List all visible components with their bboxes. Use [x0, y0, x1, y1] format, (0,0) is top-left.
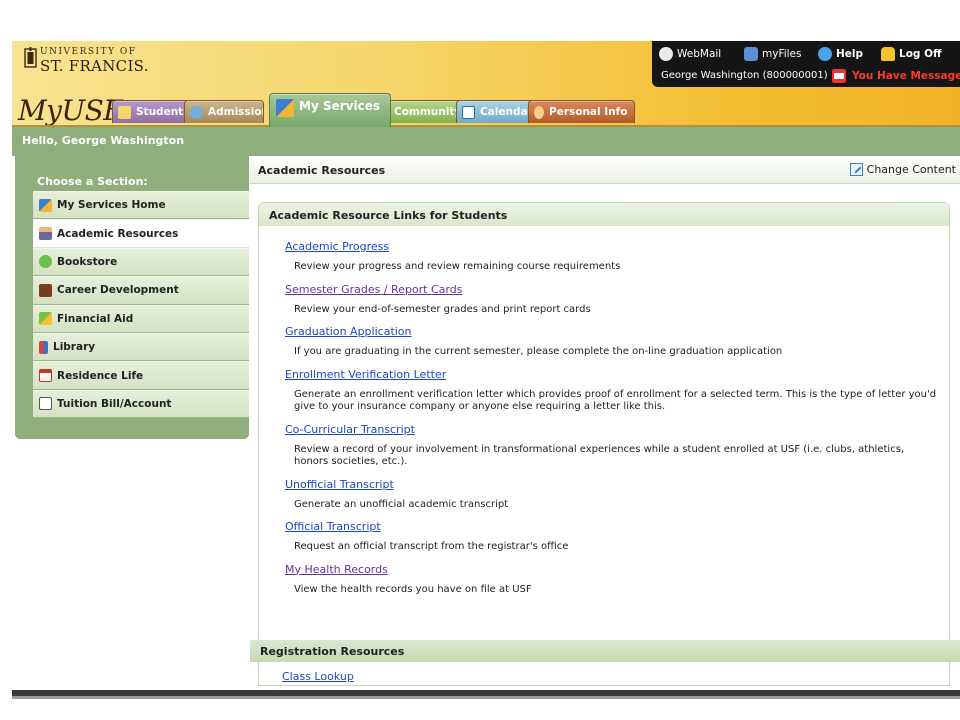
sidebar-item-academic-resources[interactable]: Academic Resources	[33, 219, 249, 248]
webmail-icon	[659, 47, 673, 61]
log-off-label: Log Off	[899, 48, 942, 60]
portal-header: UNIVERSITY OF ST. FRANCIS. MyUSF WebMail…	[12, 41, 960, 127]
myfiles-link[interactable]: myFiles	[744, 46, 801, 62]
official-transcript-link[interactable]: Official Transcript	[285, 520, 949, 533]
content-area: Academic Resources Change Content Academ…	[250, 156, 960, 696]
sidebar-item-label: My Services Home	[57, 199, 166, 212]
academic-resources-icon	[39, 227, 52, 241]
admissions-icon	[190, 105, 203, 119]
official-transcript-description: Request an official transcript from the …	[294, 541, 569, 552]
utility-bar: WebMail myFiles Help Log Off George Wash…	[652, 41, 960, 87]
personal-info-icon	[534, 105, 544, 119]
sidebar-item-career-development[interactable]: Career Development	[33, 276, 249, 305]
semester-grades-link[interactable]: Semester Grades / Report Cards	[285, 283, 949, 296]
bottom-shadow	[12, 696, 960, 699]
lock-icon	[881, 47, 895, 61]
students-icon	[118, 105, 131, 119]
enrollment-verification-description: Generate an enrollment verification lett…	[294, 388, 937, 413]
sidebar-heading: Choose a Section:	[37, 175, 148, 188]
section-nav: My Services Home Academic Resources Book…	[33, 191, 249, 419]
content-header: Academic Resources Change Content	[250, 156, 960, 184]
resource-list: Academic Progress Review your progress a…	[259, 231, 949, 596]
sidebar-item-bookstore[interactable]: Bookstore	[33, 247, 249, 277]
user-name-id: George Washington (800000001)	[661, 70, 828, 81]
tab-personal-info[interactable]: Personal Info	[528, 100, 636, 123]
graduation-application-description: If you are graduating in the current sem…	[294, 346, 783, 357]
my-services-home-icon	[39, 198, 52, 212]
sidebar-item-library[interactable]: Library	[33, 332, 249, 362]
unofficial-transcript-link[interactable]: Unofficial Transcript	[285, 478, 949, 491]
log-off-link[interactable]: Log Off	[881, 46, 942, 62]
sidebar-item-financial-aid[interactable]: Financial Aid	[33, 304, 249, 333]
tab-admissions-label: Admissions	[208, 106, 263, 118]
logo-line-1: UNIVERSITY OF	[40, 47, 137, 57]
academic-progress-link[interactable]: Academic Progress	[285, 240, 949, 253]
tab-admissions[interactable]: Admissions	[184, 100, 264, 123]
tab-students-label: Students	[136, 106, 190, 118]
change-content-button[interactable]: Change Content	[849, 163, 956, 176]
tab-calendar-label: Calendar	[480, 106, 533, 118]
registration-resources-header: Registration Resources	[250, 640, 960, 662]
help-icon	[818, 47, 832, 61]
myfiles-label: myFiles	[762, 48, 802, 60]
help-link[interactable]: Help	[818, 46, 863, 62]
sidebar-item-label: Residence Life	[57, 369, 144, 382]
change-content-label: Change Content	[866, 163, 956, 176]
my-services-icon	[276, 99, 294, 117]
sidebar-item-my-services-home[interactable]: My Services Home	[33, 191, 249, 220]
myusf-portal-window: UNIVERSITY OF ST. FRANCIS. MyUSF WebMail…	[12, 41, 960, 696]
myusf-brand: MyUSF	[18, 94, 123, 127]
university-logo[interactable]: UNIVERSITY OF ST. FRANCIS.	[24, 46, 164, 75]
sidebar-item-label: Academic Resources	[57, 227, 179, 240]
sidebar-item-label: Financial Aid	[57, 312, 134, 325]
messages-label: You Have Messages	[852, 70, 960, 82]
tab-my-services[interactable]: My Services	[269, 93, 391, 127]
unofficial-transcript-description: Generate an unofficial academic transcri…	[294, 498, 509, 510]
tab-my-services-label: My Services	[299, 99, 380, 113]
registration-resources-title: Registration Resources	[260, 645, 405, 658]
library-icon	[39, 340, 48, 354]
messages-link[interactable]: You Have Messages	[832, 69, 960, 83]
sidebar-item-label: Career Development	[57, 284, 179, 297]
section-sidebar: Choose a Section: My Services Home Acade…	[15, 156, 249, 439]
residence-life-icon	[39, 369, 52, 383]
tab-personal-info-label: Personal Info	[549, 106, 628, 118]
sidebar-item-residence-life[interactable]: Residence Life	[33, 361, 249, 390]
sidebar-item-tuition-bill[interactable]: Tuition Bill/Account	[33, 389, 249, 419]
crest-icon	[24, 47, 37, 68]
calendar-icon	[462, 105, 475, 119]
page-title: Academic Resources	[258, 164, 386, 177]
financial-aid-icon	[39, 312, 52, 326]
sidebar-item-label: Tuition Bill/Account	[57, 397, 172, 410]
tuition-bill-icon	[39, 397, 52, 411]
greeting-text: Hello, George Washington	[22, 134, 185, 147]
academic-links-panel: Academic Resource Links for Students Aca…	[258, 202, 950, 686]
myfiles-icon	[744, 47, 758, 61]
health-records-description: View the health records you have on file…	[294, 583, 532, 595]
greeting-bar: Hello, George Washington	[12, 127, 960, 156]
co-curricular-transcript-link[interactable]: Co-Curricular Transcript	[285, 423, 949, 436]
health-records-link[interactable]: My Health Records	[285, 563, 949, 576]
enrollment-verification-link[interactable]: Enrollment Verification Letter	[285, 368, 949, 381]
message-icon	[832, 69, 846, 83]
panel-header: Academic Resource Links for Students	[259, 202, 949, 226]
academic-progress-description: Review your progress and review remainin…	[294, 261, 621, 272]
class-lookup-link[interactable]: Class Lookup	[282, 670, 354, 683]
help-label: Help	[836, 48, 864, 60]
webmail-label: WebMail	[677, 48, 722, 60]
graduation-application-link[interactable]: Graduation Application	[285, 325, 949, 338]
co-curricular-transcript-description: Review a record of your involvement in t…	[294, 443, 905, 468]
logo-line-2: ST. FRANCIS.	[40, 57, 149, 75]
semester-grades-description: Review your end-of-semester grades and p…	[294, 303, 591, 315]
bookstore-icon	[39, 255, 52, 269]
tab-community-label: Community	[394, 106, 462, 118]
sidebar-item-label: Library	[53, 341, 96, 354]
career-development-icon	[39, 283, 52, 297]
panel-title: Academic Resource Links for Students	[269, 209, 508, 222]
edit-icon	[849, 163, 863, 176]
sidebar-item-label: Bookstore	[57, 255, 118, 268]
webmail-link[interactable]: WebMail	[659, 46, 721, 62]
